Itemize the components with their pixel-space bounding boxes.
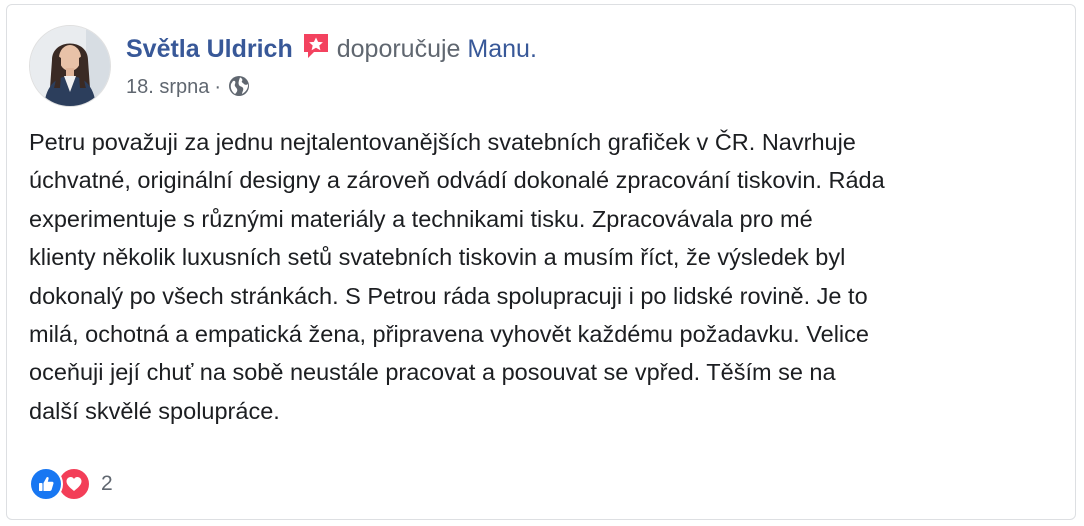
recommendation-star-icon xyxy=(301,31,331,70)
recommends-text: doporučuje xyxy=(336,35,461,63)
page-name-link[interactable]: Manu. xyxy=(467,35,536,63)
author-line: Světla Uldrich doporučuje Manu. xyxy=(126,31,537,70)
post-text-line: milá, ochotná a empatická žena, připrave… xyxy=(29,321,869,348)
post-date-link[interactable]: 18. srpna xyxy=(126,76,209,98)
post-text: Petru považuji za jednu nejtalentovanějš… xyxy=(29,123,1059,430)
post-text-line: klienty několik luxusních setů svatebníc… xyxy=(29,244,846,271)
like-icon xyxy=(29,467,63,501)
post-text-line: oceňuji její chuť na sobě neustále praco… xyxy=(29,359,836,386)
author-name-link[interactable]: Světla Uldrich xyxy=(126,35,293,63)
post-text-line: experimentuje s různými materiály a tech… xyxy=(29,205,813,232)
avatar-photo-icon xyxy=(30,26,110,106)
post-card: Světla Uldrich doporučuje Manu. 18. srpn… xyxy=(6,4,1076,520)
post-text-line: Petru považuji za jednu nejtalentovanějš… xyxy=(29,129,856,155)
post-meta: 18. srpna · xyxy=(126,73,250,105)
post-text-line: dokonalý po všech stránkách. S Petrou rá… xyxy=(29,282,868,309)
globe-icon[interactable] xyxy=(228,75,250,105)
avatar[interactable] xyxy=(29,25,111,107)
post-text-line: další skvělé spolupráce. xyxy=(29,397,280,424)
post-text-line: úchvatné, originální designy a zároveň o… xyxy=(29,167,885,194)
meta-separator: · xyxy=(214,76,222,98)
reaction-count[interactable]: 2 xyxy=(101,470,113,498)
